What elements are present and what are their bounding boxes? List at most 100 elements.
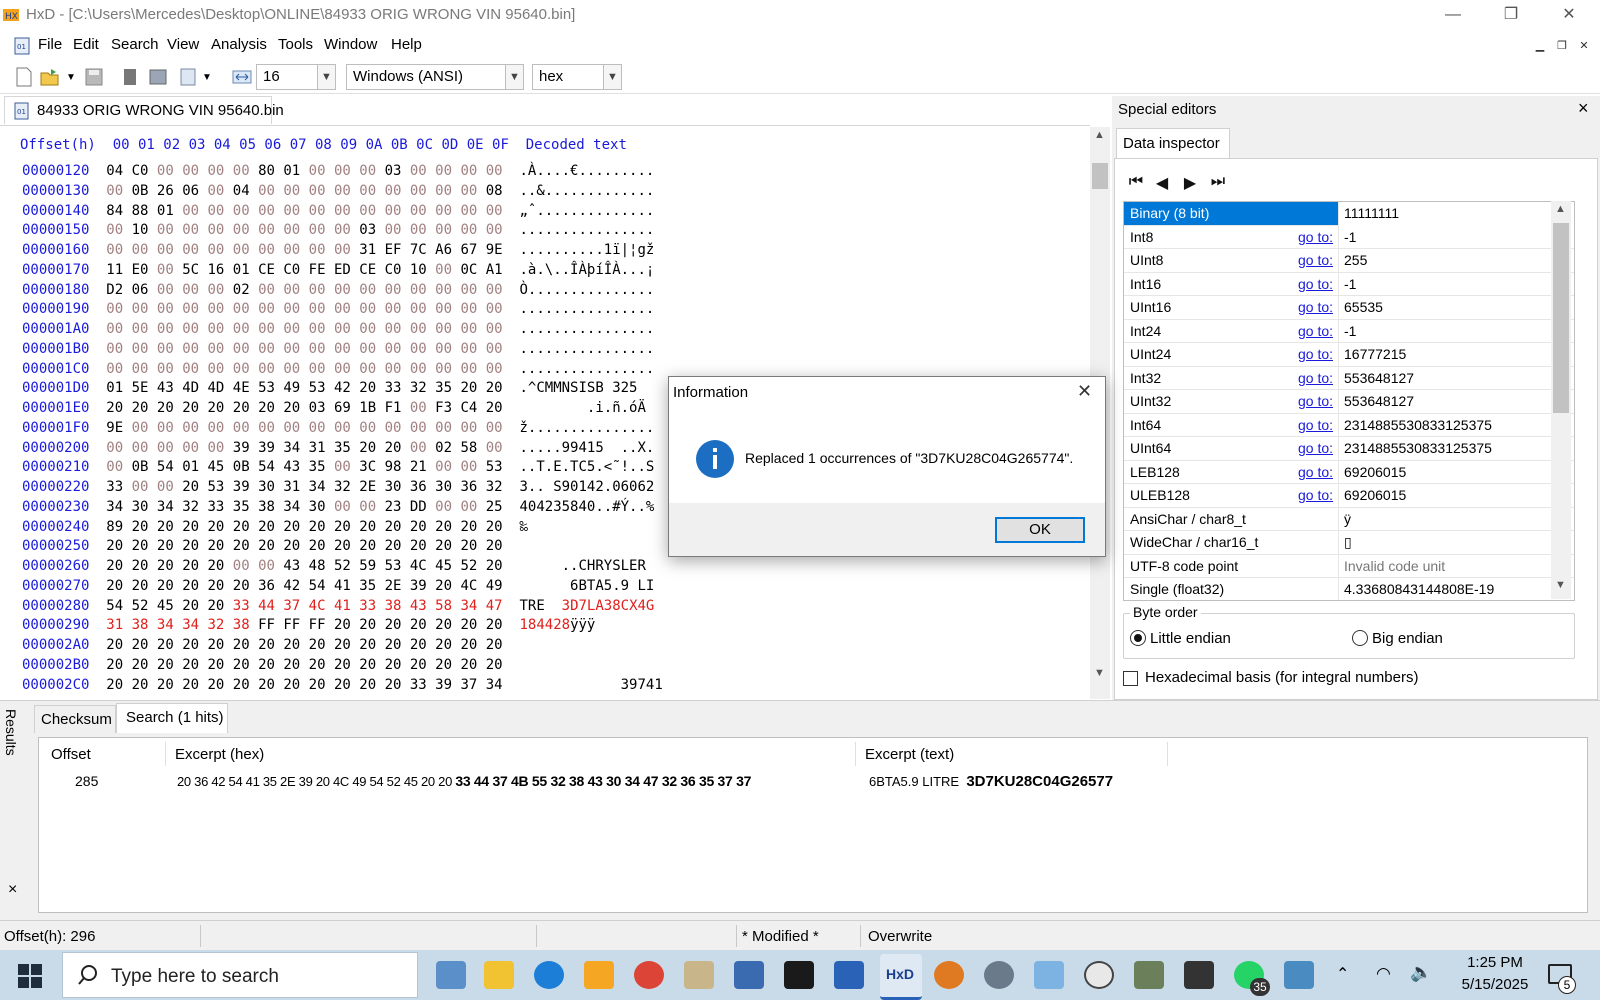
hex-byte[interactable]: 00 [258,341,275,357]
inspector-value[interactable]: 255 [1344,252,1367,268]
hex-byte[interactable]: 31 [106,617,123,633]
hex-byte[interactable]: 20 [233,400,250,416]
inspector-value[interactable]: 2314885530833125375 [1344,417,1492,433]
hex-byte[interactable]: 20 [283,538,300,554]
hex-byte[interactable]: 43 [283,558,300,574]
hex-byte[interactable]: 20 [385,657,402,673]
hex-byte[interactable]: 08 [486,183,503,199]
hex-byte[interactable]: 4E [233,380,250,396]
hex-byte[interactable]: 00 [460,420,477,436]
hex-byte[interactable]: 20 [334,538,351,554]
scroll-down-icon[interactable]: ▼ [1094,667,1105,679]
hex-byte[interactable]: 00 [106,361,123,377]
decoded-text[interactable]: ‰ [519,519,654,535]
hex-byte[interactable]: 00 [486,321,503,337]
hex-byte[interactable]: 30 [309,499,326,515]
decoded-text[interactable] [519,538,654,554]
hex-byte[interactable]: 39 [258,440,275,456]
hex-byte[interactable]: 20 [106,538,123,554]
hex-byte[interactable]: 34 [283,440,300,456]
hex-byte[interactable]: 38 [385,598,402,614]
hex-row[interactable]: 000001B0 00 00 00 00 00 00 00 00 00 00 0… [22,340,663,360]
hex-byte[interactable]: 20 [182,519,199,535]
hex-byte[interactable]: 20 [157,538,174,554]
hex-byte[interactable]: 01 [157,203,174,219]
hex-byte[interactable]: 20 [157,578,174,594]
inspector-value[interactable]: 2314885530833125375 [1344,440,1492,456]
hex-byte[interactable]: 42 [334,380,351,396]
hex-byte[interactable]: 20 [359,380,376,396]
hex-byte[interactable]: 32 [334,479,351,495]
hex-byte[interactable]: 00 [283,203,300,219]
hex-byte[interactable]: 38 [132,617,149,633]
hex-byte[interactable]: 00 [410,282,427,298]
hex-byte[interactable]: 21 [410,459,427,475]
hex-byte[interactable]: 00 [435,361,452,377]
hex-byte[interactable]: 00 [486,301,503,317]
hex-byte[interactable]: 00 [132,321,149,337]
hex-byte[interactable]: 00 [157,420,174,436]
hex-byte[interactable]: 20 [233,677,250,693]
hex-byte[interactable]: 00 [132,420,149,436]
hex-byte[interactable]: 20 [334,637,351,653]
goto-link[interactable]: go to: [1298,276,1333,292]
hex-byte[interactable]: 42 [283,578,300,594]
hex-byte[interactable]: 30 [132,499,149,515]
hex-byte[interactable]: 20 [182,558,199,574]
hex-byte[interactable]: 34 [460,598,477,614]
hex-byte[interactable]: 20 [385,617,402,633]
hex-byte[interactable]: 47 [486,598,503,614]
hex-byte[interactable]: 00 [258,183,275,199]
hex-byte[interactable]: 30 [435,479,452,495]
restore-button[interactable]: ❐ [1482,0,1540,30]
hex-byte[interactable]: 00 [106,440,123,456]
hex-byte[interactable]: 00 [385,282,402,298]
hex-byte[interactable]: 00 [283,301,300,317]
close-results-icon[interactable]: × [8,881,17,899]
inspector-row[interactable]: UTF-8 code point Invalid code unit [1124,554,1574,578]
hex-byte[interactable]: 0C [460,262,477,278]
hex-byte[interactable]: 20 [460,519,477,535]
hex-byte[interactable]: 20 [207,677,224,693]
inspector-row[interactable]: WideChar / char16_t ▯ [1124,531,1574,555]
search-results-list[interactable]: Offset Excerpt (hex) Excerpt (text) 285 … [38,737,1588,913]
hex-byte[interactable]: 20 [486,519,503,535]
hex-byte[interactable]: 5E [132,380,149,396]
inspector-row[interactable]: LEB128 go to: 69206015 [1124,460,1574,484]
goto-link[interactable]: go to: [1298,370,1333,386]
hex-byte[interactable]: 36 [410,479,427,495]
menu-edit[interactable]: Edit [73,36,99,53]
hex-byte[interactable]: 00 [233,420,250,436]
hex-byte[interactable]: 00 [132,242,149,258]
inspector-value[interactable]: 69206015 [1344,464,1406,480]
hex-byte[interactable]: 20 [207,558,224,574]
hex-byte[interactable]: 20 [486,657,503,673]
hex-byte[interactable]: 39 [233,440,250,456]
volume-icon[interactable]: 🔈 [1410,962,1432,983]
hex-byte[interactable]: 00 [334,282,351,298]
hex-byte[interactable]: 01 [283,163,300,179]
big-endian-radio[interactable] [1352,630,1368,646]
hex-row[interactable]: 000002B0 20 20 20 20 20 20 20 20 20 20 2… [22,656,663,676]
inspector-value[interactable]: 553648127 [1344,370,1414,386]
hex-row[interactable]: 000001E0 20 20 20 20 20 20 20 20 03 69 1… [22,399,663,419]
hex-byte[interactable]: 52 [334,558,351,574]
hex-byte[interactable]: 00 [410,420,427,436]
decoded-text[interactable]: ž............... [519,420,654,436]
hex-byte[interactable]: 00 [435,262,452,278]
hex-byte[interactable]: 00 [359,499,376,515]
hex-byte[interactable]: 00 [157,163,174,179]
hex-row[interactable]: 00000260 20 20 20 20 20 00 00 43 48 52 5… [22,557,663,577]
hex-byte[interactable]: 00 [359,301,376,317]
hex-byte[interactable]: FE [309,262,326,278]
hex-byte[interactable]: 20 [435,657,452,673]
hex-byte[interactable]: 35 [359,578,376,594]
inspector-value[interactable]: 4.33680843144808E-19 [1344,581,1494,597]
hex-byte[interactable]: 20 [233,637,250,653]
hex-byte[interactable]: 20 [309,677,326,693]
hex-byte[interactable]: 00 [132,341,149,357]
hex-byte[interactable]: 00 [359,183,376,199]
properties-dropdown-icon[interactable]: ▼ [202,72,212,83]
hex-byte[interactable]: 00 [182,222,199,238]
hex-byte[interactable]: 00 [157,282,174,298]
